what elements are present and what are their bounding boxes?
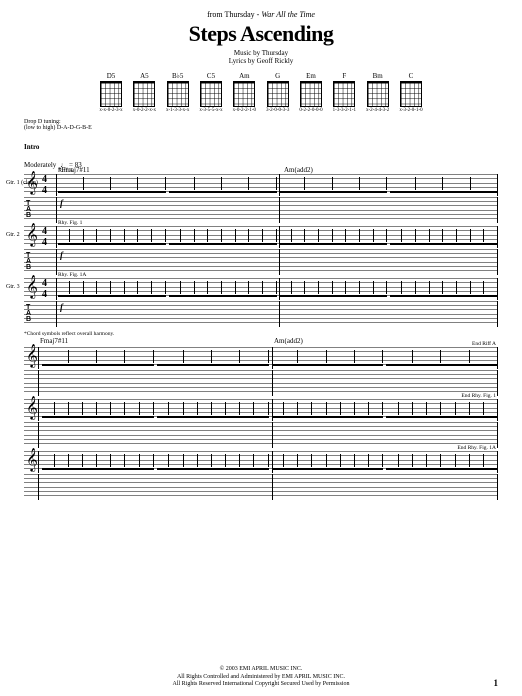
notation-staff: 𝄞 44 f [24, 226, 498, 248]
chord-name: F [333, 72, 356, 80]
gtr2-group: End Rhy. Fig. 1 𝄞 [24, 399, 498, 448]
chord-diagram-row: D5 x-x-0-2-3-x A5 x-0-2-2-x-x B♭5 x-1-3-3-x-x… [24, 72, 498, 113]
tuning-line1: Drop D tuning: [24, 119, 498, 126]
fretboard-icon [233, 81, 255, 107]
chord-fingering: 0-2-2-0-0-0 [299, 108, 322, 113]
chord-diagram: A5 x-0-2-2-x-x [133, 72, 156, 113]
album-title: War All the Time [261, 10, 315, 19]
gtr2-group: Rhy. Fig. 1 Gtr. 2 𝄞 44 f TAB [24, 226, 498, 275]
treble-clef-icon: 𝄞 [26, 449, 38, 472]
tuning-note: Drop D tuning: (low to high) D-A-D-G-B-E [24, 119, 498, 132]
chord-fingering: x-3-5-5-x-x [199, 108, 222, 113]
copyright-line1: © 2003 EMI APRIL MUSIC INC. [0, 666, 522, 673]
credits: Music by Thursday Lyrics by Geoff Rickly [24, 49, 498, 66]
fretboard-icon [333, 81, 355, 107]
gtr3-group: Rhy. Fig. 1A Gtr. 3 𝄞 44 f TAB [24, 278, 498, 327]
treble-clef-icon: 𝄞 [26, 224, 38, 247]
chord-mark: Am(add2) [274, 337, 303, 345]
notation-staff: 𝄞 [24, 399, 498, 421]
chord-fingering: x-3-2-0-1-0 [399, 108, 422, 113]
from-prefix: from Thursday - [207, 10, 261, 19]
copyright-line3: All Rights Reserved International Copyri… [0, 681, 522, 688]
page-number: 1 [494, 678, 499, 688]
chord-diagram: G 3-2-0-0-3-3 [266, 72, 289, 113]
chord-name: A5 [133, 72, 156, 80]
chord-fingering: x-0-2-2-x-x [133, 108, 156, 113]
chord-name: Em [299, 72, 322, 80]
tab-label: TAB [26, 201, 31, 219]
tablature-staff [24, 474, 498, 500]
chord-mark: Am(add2) [284, 166, 313, 174]
chord-diagram: C5 x-3-5-5-x-x [199, 72, 222, 113]
chord-fingering: 1-3-3-2-1-1 [333, 108, 356, 113]
notation-staff: 𝄞 [24, 451, 498, 473]
time-signature: 44 [42, 278, 47, 300]
lyrics-by: Lyrics by Geoff Rickly [24, 57, 498, 65]
part-label: Gtr. 3 [6, 284, 20, 290]
copyright-line2: All Rights Controlled and Administered b… [0, 674, 522, 681]
chord-diagram: D5 x-x-0-2-3-x [99, 72, 122, 113]
part-label: Gtr. 2 [6, 232, 20, 238]
chord-diagram: Bm x-2-4-4-3-2 [366, 72, 389, 113]
chord-diagram: Cx-3-2-0-1-0 [399, 72, 422, 113]
harmony-footnote: *Chord symbols reflect overall harmony. [24, 331, 498, 337]
chord-name: C5 [199, 72, 222, 80]
treble-clef-icon: 𝄞 [26, 345, 38, 368]
fretboard-icon [300, 81, 322, 107]
system-1: *Fmaj7#11 Am(add2) Riff A Gtr. 1 (clean)… [24, 174, 498, 327]
fretboard-icon [167, 81, 189, 107]
chord-fingering: x-2-4-4-3-2 [366, 108, 389, 113]
intro-header: Intro Moderately ♩ = 83 [24, 136, 498, 172]
chord-diagram: Am x-0-2-2-1-0 [233, 72, 256, 113]
chord-diagram: Em 0-2-2-0-0-0 [299, 72, 322, 113]
system-2: Fmaj7#11 Am(add2) End Riff A 𝄞 End Rhy. … [24, 347, 498, 500]
chord-fingering: x-0-2-2-1-0 [233, 108, 256, 113]
gtr1-group: End Riff A 𝄞 [24, 347, 498, 396]
notation-staff: 𝄞 44 f [24, 174, 498, 196]
from-line: from Thursday - War All the Time [24, 10, 498, 19]
chord-fingering: x-x-0-2-3-x [99, 108, 122, 113]
chord-fingering: 3-2-0-0-3-3 [266, 108, 289, 113]
time-signature: 44 [42, 174, 47, 196]
fretboard-icon [400, 81, 422, 107]
chord-diagram: F 1-3-3-2-1-1 [333, 72, 356, 113]
tab-label: TAB [26, 305, 31, 323]
chord-name: C [399, 72, 422, 80]
treble-clef-icon: 𝄞 [26, 397, 38, 420]
tablature-staff: TAB [24, 197, 498, 223]
tempo-text: Moderately [24, 161, 56, 169]
chord-name: B♭5 [166, 72, 189, 80]
copyright: © 2003 EMI APRIL MUSIC INC. All Rights C… [0, 666, 522, 688]
fretboard-icon [133, 81, 155, 107]
music-by: Music by Thursday [24, 49, 498, 57]
treble-clef-icon: 𝄞 [26, 172, 38, 195]
header: from Thursday - War All the Time Steps A… [24, 10, 498, 66]
tab-label: TAB [26, 253, 31, 271]
tablature-staff [24, 370, 498, 396]
tuning-line2: (low to high) D-A-D-G-B-E [24, 125, 498, 132]
chord-name: Bm [366, 72, 389, 80]
fretboard-icon [200, 81, 222, 107]
gtr1-group: Riff A Gtr. 1 (clean) 𝄞 44 f TAB [24, 174, 498, 223]
notation-staff: 𝄞 44 f [24, 278, 498, 300]
tablature-staff [24, 422, 498, 448]
chord-mark: Fmaj7#11 [40, 337, 68, 345]
time-signature: 44 [42, 226, 47, 248]
chord-name: D5 [99, 72, 122, 80]
chord-name: Am [233, 72, 256, 80]
treble-clef-icon: 𝄞 [26, 276, 38, 299]
section-label: Intro [24, 143, 39, 151]
chord-fingering: x-1-3-3-x-x [166, 108, 189, 113]
fretboard-icon [267, 81, 289, 107]
tablature-staff: TAB [24, 301, 498, 327]
chord-name: G [266, 72, 289, 80]
notation-staff: 𝄞 [24, 347, 498, 369]
fretboard-icon [100, 81, 122, 107]
chord-diagram: B♭5 x-1-3-3-x-x [166, 72, 189, 113]
song-title: Steps Ascending [24, 21, 498, 47]
tablature-staff: TAB [24, 249, 498, 275]
gtr3-group: End Rhy. Fig. 1A 𝄞 [24, 451, 498, 500]
fretboard-icon [367, 81, 389, 107]
